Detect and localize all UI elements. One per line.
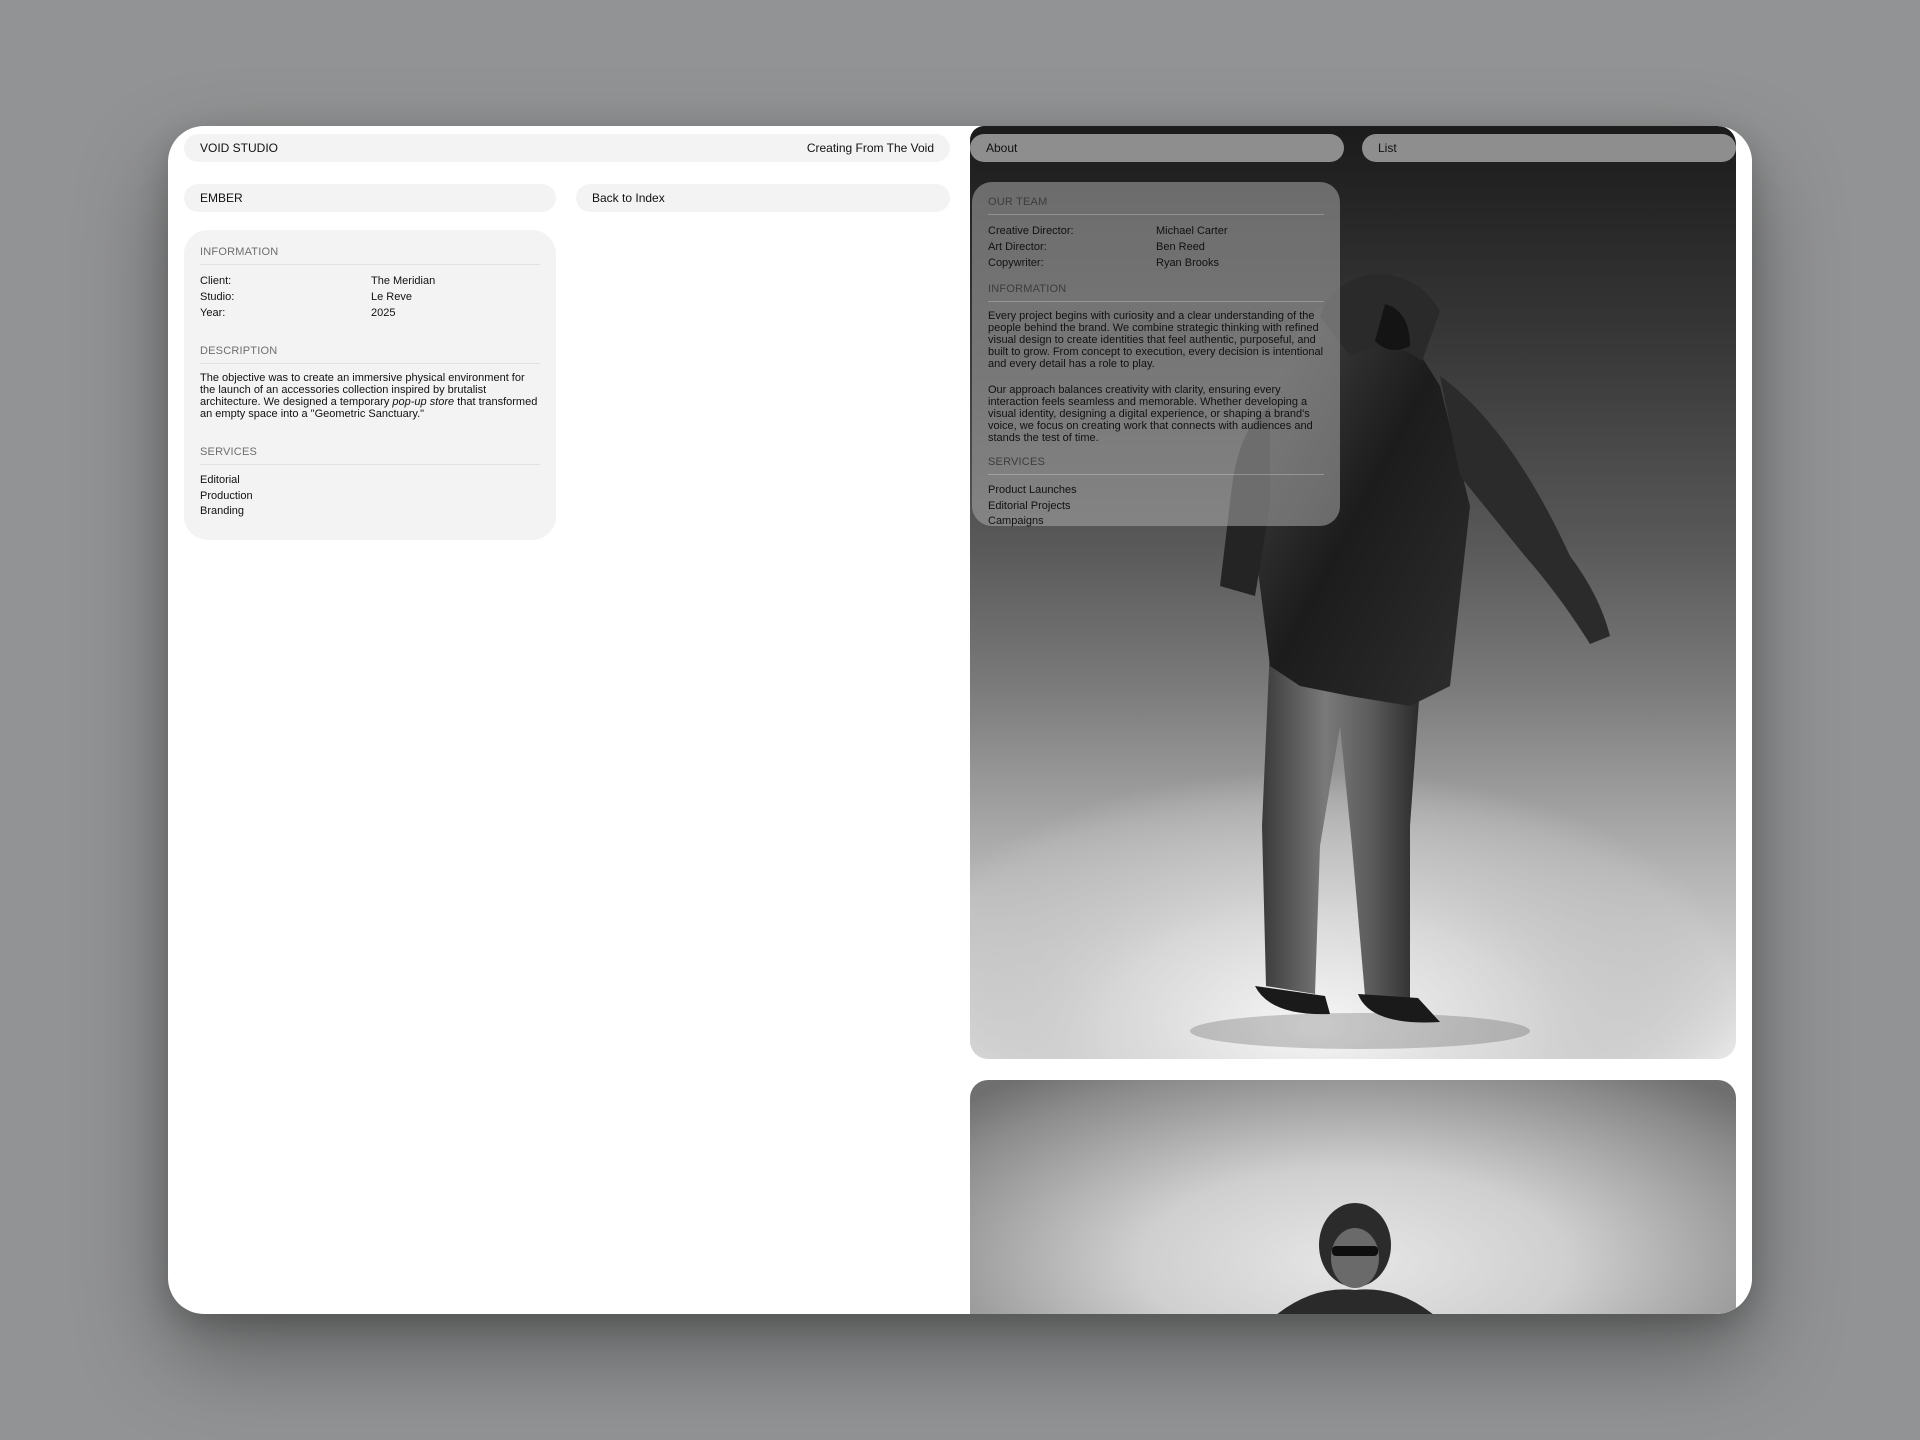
- back-to-index-label: Back to Index: [592, 191, 665, 205]
- gallery-column: About List OUR TEAM Creative Director: M…: [970, 126, 1752, 1314]
- info-value-client: The Meridian: [371, 275, 436, 287]
- list-tab[interactable]: List: [1362, 134, 1736, 162]
- info-value-year: 2025: [371, 307, 396, 319]
- info-label-client: Client:: [200, 275, 232, 287]
- services-heading: SERVICES: [200, 446, 540, 465]
- about-service-item: Campaigns: [988, 515, 1044, 527]
- team-role: Art Director:: [988, 241, 1047, 253]
- secondary-photo: [970, 1080, 1736, 1314]
- about-information-heading: INFORMATION: [988, 283, 1324, 302]
- about-paragraph-2: Our approach balances creativity with cl…: [988, 384, 1313, 444]
- services-list: Editorial Production Branding: [200, 473, 540, 520]
- about-overlay-panel: OUR TEAM Creative Director: Michael Cart…: [972, 182, 1340, 527]
- team-heading: OUR TEAM: [988, 196, 1324, 215]
- service-item: Editorial: [200, 474, 240, 486]
- project-info-card: INFORMATION Client: The Meridian Studio:…: [184, 230, 556, 540]
- information-heading: INFORMATION: [200, 246, 540, 265]
- team-role: Copywriter:: [988, 257, 1044, 269]
- team-list: Creative Director: Michael Carter Art Di…: [988, 223, 1324, 271]
- service-item: Production: [200, 489, 253, 502]
- project-description: The objective was to create an immersive…: [200, 372, 538, 420]
- app-window: VOID STUDIO Creating From The Void EMBER…: [168, 126, 1752, 1314]
- description-emphasis: pop-up store: [392, 396, 455, 408]
- info-label-studio: Studio:: [200, 291, 235, 303]
- back-to-index-button[interactable]: Back to Index: [576, 184, 950, 212]
- team-name: Ben Reed: [1156, 241, 1205, 253]
- team-name: Michael Carter: [1156, 225, 1228, 237]
- about-tab[interactable]: About: [970, 134, 1344, 162]
- service-item: Branding: [200, 505, 245, 517]
- project-name: EMBER: [200, 191, 243, 205]
- about-services-list: Product Launches Editorial Projects Camp…: [988, 483, 1324, 530]
- about-tab-label: About: [986, 141, 1018, 155]
- description-heading: DESCRIPTION: [200, 345, 540, 364]
- info-label-year: Year:: [200, 307, 226, 319]
- project-info-list: Client: The Meridian Studio: Le Reve Yea…: [200, 273, 540, 321]
- list-tab-label: List: [1378, 141, 1397, 155]
- project-name-pill: EMBER: [184, 184, 556, 212]
- about-service-item: Product Launches: [988, 484, 1077, 496]
- info-value-studio: Le Reve: [371, 291, 412, 303]
- about-services-heading: SERVICES: [988, 456, 1324, 475]
- about-service-item: Editorial Projects: [988, 499, 1071, 512]
- portrait-figure-illustration: [1277, 1203, 1433, 1314]
- team-name: Ryan Brooks: [1156, 257, 1219, 269]
- about-paragraph-1: Every project begins with curiosity and …: [988, 310, 1324, 370]
- team-role: Creative Director:: [988, 225, 1074, 237]
- tagline: Creating From The Void: [806, 141, 934, 155]
- brand-logo-text[interactable]: VOID STUDIO: [200, 141, 278, 155]
- header-bar: VOID STUDIO Creating From The Void: [184, 134, 950, 162]
